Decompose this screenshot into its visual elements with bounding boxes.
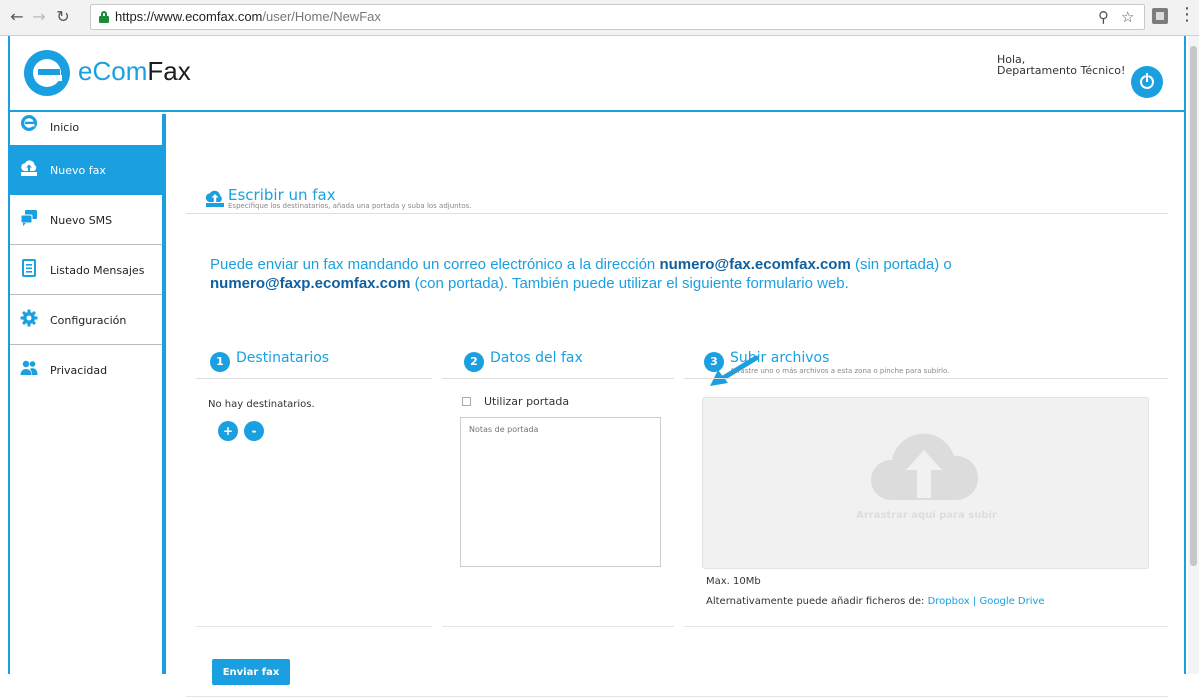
dropbox-link[interactable]: Dropbox <box>928 596 970 607</box>
logo-text[interactable]: eComFax <box>78 56 191 87</box>
file-dropzone[interactable]: Arrastrar aquí para subir <box>702 397 1149 569</box>
reload-icon[interactable]: ↻ <box>54 8 72 26</box>
upload-icon <box>21 160 37 176</box>
step-number: 2 <box>464 352 484 372</box>
ecomfax-logo-icon[interactable] <box>24 50 70 96</box>
browser-menu-icon[interactable]: ⋮ <box>1178 6 1196 24</box>
sidebar-item-listado-mensajes[interactable]: Listado Mensajes <box>10 245 162 295</box>
google-drive-link[interactable]: Google Drive <box>979 596 1044 607</box>
sidebar-item-nuevo-fax[interactable]: Nuevo fax <box>10 145 162 195</box>
cover-page-checkbox[interactable] <box>462 397 471 406</box>
divider <box>196 626 432 627</box>
extension-icon[interactable] <box>1152 8 1168 24</box>
remove-recipient-button[interactable]: - <box>244 421 264 441</box>
step-subtitle: Arrastre uno o más archivos a esta zona … <box>730 367 950 375</box>
forward-icon[interactable]: → <box>30 8 48 26</box>
sidebar: Inicio Nuevo fax Nuevo SMS Listado Mensa… <box>10 114 162 674</box>
app-frame: eComFax Hola, Departamento Técnico! Inic… <box>8 36 1186 697</box>
sidebar-item-nuevo-sms[interactable]: Nuevo SMS <box>10 195 162 245</box>
list-icon <box>22 259 36 277</box>
empty-recipients-text: No hay destinatarios. <box>208 399 315 410</box>
email-address: numero@fax.ecomfax.com <box>659 256 851 273</box>
sidebar-item-label: Nuevo fax <box>50 164 106 177</box>
browser-toolbar: ← → ↻ https://www.ecomfax.com/user/Home/… <box>0 0 1199 36</box>
users-icon <box>20 360 38 375</box>
logout-button[interactable] <box>1131 66 1163 98</box>
sidebar-item-configuracion[interactable]: Configuración <box>10 295 162 345</box>
lock-icon <box>99 11 109 23</box>
divider <box>186 213 1168 214</box>
add-recipient-button[interactable]: + <box>218 421 238 441</box>
alternative-sources: Alternativamente puede añadir ficheros d… <box>706 596 1045 607</box>
divider <box>684 626 1168 627</box>
step-title: Datos del fax <box>490 350 583 366</box>
dropzone-text: Arrastrar aquí para subir <box>856 510 997 521</box>
user-greeting: Hola, Departamento Técnico! <box>997 53 1126 77</box>
address-bar[interactable]: https://www.ecomfax.com/user/Home/NewFax… <box>90 4 1145 30</box>
step-title: Destinatarios <box>236 350 330 366</box>
step-number: 3 <box>704 352 724 372</box>
step-number: 1 <box>210 352 230 372</box>
gear-icon <box>20 309 38 327</box>
ecomfax-logo-icon <box>21 115 37 131</box>
chat-icon <box>20 210 37 226</box>
page-subtitle: Especifique los destinatarios, añada una… <box>228 202 472 210</box>
bookmark-star-icon[interactable]: ☆ <box>1121 8 1134 26</box>
zoom-icon[interactable]: ⚲ <box>1098 8 1109 26</box>
main-content: Escribir un fax Especifique los destinat… <box>166 114 1184 697</box>
cloud-upload-icon <box>870 433 979 500</box>
send-fax-button[interactable]: Enviar fax <box>212 659 290 685</box>
step-title: Subir archivos <box>730 350 830 366</box>
intro-text: Puede enviar un fax mandando un correo e… <box>210 256 952 292</box>
cover-page-label: Utilizar portada <box>484 395 570 408</box>
email-address: numero@faxp.ecomfax.com <box>210 275 411 292</box>
divider <box>196 378 432 379</box>
back-icon[interactable]: ← <box>8 8 26 26</box>
url-text: https://www.ecomfax.com/user/Home/NewFax <box>115 9 381 24</box>
sidebar-item-label: Listado Mensajes <box>50 264 145 277</box>
max-size-text: Max. 10Mb <box>706 576 761 587</box>
sidebar-item-privacidad[interactable]: Privacidad <box>10 345 162 395</box>
divider <box>684 378 1168 379</box>
sidebar-item-label: Configuración <box>50 314 127 327</box>
sidebar-item-label: Inicio <box>50 121 80 134</box>
sidebar-item-label: Privacidad <box>50 364 108 377</box>
divider <box>442 626 674 627</box>
cover-notes-textarea[interactable] <box>460 417 661 567</box>
divider <box>442 378 674 379</box>
app-header: eComFax Hola, Departamento Técnico! <box>10 36 1184 112</box>
scrollbar-thumb[interactable] <box>1190 46 1197 566</box>
sidebar-item-label: Nuevo SMS <box>50 214 113 227</box>
